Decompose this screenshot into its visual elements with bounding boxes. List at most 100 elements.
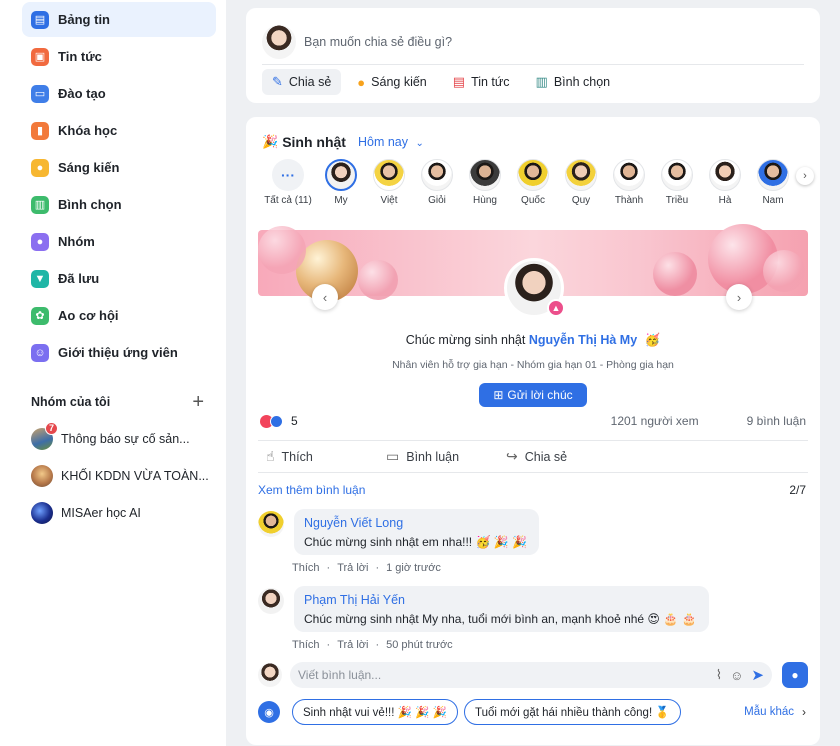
chevron-down-icon: ⌄ [415,138,424,149]
comment-button[interactable]: ▭ Bình luận [386,448,498,465]
bookmark-icon: ▼ [31,269,49,288]
birthday-person[interactable]: Thành [605,159,653,215]
person-name: Giỏi [428,195,446,206]
suggestion-chip[interactable]: Tuổi mới gặt hái nhiều thành công! 🥇 [463,699,681,725]
sidebar-item-idea[interactable]: ● Sáng kiến [22,150,216,185]
view-more-comments-link[interactable]: Xem thêm bình luận [258,483,365,497]
separator-dot: · [326,639,331,651]
like-button[interactable]: ☝ Thích [266,448,378,465]
sidebar: ▤ Bảng tin ▣ Tin tức ▭ Đào tạo ▮ Khóa họ… [0,0,226,746]
composer-news-button[interactable]: ▤ Tin tức [443,69,520,95]
birthday-person-avatar[interactable]: ▲ [504,258,565,318]
comment-author[interactable]: Nguyễn Viết Long [304,516,527,530]
group-item-kddn[interactable]: KHỐI KDDN VỪA TOÀN... [31,457,226,494]
sidebar-item-newsfeed[interactable]: ▤ Bảng tin [22,2,216,37]
birthday-person[interactable]: Nam [749,159,797,215]
birthday-filter-dropdown[interactable]: Hôm nay ⌄ [358,135,424,149]
comment-input[interactable] [298,668,708,682]
share-button[interactable]: ↪ Chia sẻ [506,448,618,465]
more-templates-link[interactable]: Mẫu khác [744,706,794,718]
suggestion-chip[interactable]: Sinh nhật vui vẻ!!! 🎉 🎉 🎉 [292,699,458,725]
birthday-person[interactable]: Hà [701,159,749,215]
send-wish-label: Gửi lời chúc [507,388,573,402]
composer-poll-button[interactable]: ▥ Bình chọn [526,69,621,95]
birthday-person[interactable]: Giỏi [413,159,461,215]
birthday-card: 🎉 Sinh nhật Hôm nay ⌄ ··· Tất cả (11) My… [246,117,820,745]
group-item-incident[interactable]: 7 Thông báo sự cố sản... [31,420,226,457]
birthday-person[interactable]: Việt [365,159,413,215]
commenter-avatar[interactable] [258,511,284,537]
birthday-person[interactable]: Quy [557,159,605,215]
comment-reply-link[interactable]: Trả lời [337,639,368,651]
send-icon[interactable]: ➤ [751,666,764,684]
sidebar-item-news[interactable]: ▣ Tin tức [22,39,216,74]
chevron-right-icon[interactable]: › [796,167,814,185]
person-name: Quốc [521,195,545,206]
birthday-person[interactable]: Triều [653,159,701,215]
referral-icon: ☺ [31,343,49,362]
person-name: Quy [571,195,591,206]
sidebar-item-course[interactable]: ▮ Khóa học [22,113,216,148]
post-actions: ☝ Thích ▭ Bình luận ↪ Chia sẻ [258,440,808,473]
person-avatar [325,159,357,191]
composer-action-label: Sáng kiến [371,75,427,89]
composer-action-label: Chia sẻ [288,75,332,89]
sidebar-item-group[interactable]: ● Nhóm [22,224,216,259]
balloon-decoration [358,260,398,300]
comments-header: Xem thêm bình luận 2/7 [246,473,820,497]
comment-author[interactable]: Phạm Thị Hải Yến [304,593,697,607]
birthday-person[interactable]: Hùng [461,159,509,215]
add-group-icon[interactable]: + [192,392,204,412]
comment-like-link[interactable]: Thích [292,639,320,651]
comment-item: Phạm Thị Hải Yến Chúc mừng sinh nhật My … [246,586,820,651]
birthday-person[interactable]: My [317,159,365,215]
sidebar-item-training[interactable]: ▭ Đào tạo [22,76,216,111]
more-dots-icon: ··· [272,159,304,191]
sidebar-item-referral[interactable]: ☺ Giới thiệu ứng viên [22,335,216,370]
comment-reply-link[interactable]: Trả lời [337,562,368,574]
comment-meta: Thích · Trả lời · 50 phút trước [292,639,820,651]
person-avatar [613,159,645,191]
group-label: MISAer học AI [61,505,141,520]
person-name: Hà [718,195,732,206]
sidebar-item-poll[interactable]: ▥ Bình chọn [22,187,216,222]
reactions-icon[interactable] [260,414,283,428]
person-avatar [421,159,453,191]
group-item-ai[interactable]: MISAer học AI [31,494,226,531]
birthday-person[interactable]: Quốc [509,159,557,215]
view-count[interactable]: 1201 người xem [611,414,699,428]
ai-bot-icon: ◉ [258,701,280,723]
birthday-person-all[interactable]: ··· Tất cả (11) [259,159,317,215]
banner-next-button[interactable]: › [726,284,752,310]
balloon-decoration [653,252,697,296]
send-wish-button[interactable]: ⊞ Gửi lời chúc [479,383,587,407]
sidebar-item-saved[interactable]: ▼ Đã lưu [22,261,216,296]
emoji-icon[interactable]: ☺ [730,668,743,683]
attach-icon[interactable]: ⌇ [716,667,722,683]
comment-label: Bình luận [406,449,460,464]
composer-idea-button[interactable]: ● Sáng kiến [347,69,436,95]
comment-like-link[interactable]: Thích [292,562,320,574]
banner-prev-button[interactable]: ‹ [312,284,338,310]
commenter-avatar[interactable] [258,588,284,614]
chat-bubble-icon[interactable]: ● [782,662,808,688]
comments-pager: 2/7 [789,483,806,497]
sidebar-item-opportunity[interactable]: ✿ Ao cơ hội [22,298,216,333]
composer-input[interactable]: Bạn muốn chia sẻ điều gì? [304,35,452,49]
chevron-right-icon[interactable]: › [802,705,806,719]
my-groups-title: Nhóm của tôi [31,395,111,409]
person-name: Thành [614,195,644,206]
composer-share-button[interactable]: ✎ Chia sẻ [262,69,342,95]
my-groups-header: Nhóm của tôi + [31,392,204,412]
newsfeed-icon: ▤ [31,10,49,29]
share-icon: ↪ [506,448,518,464]
comment-count[interactable]: 9 bình luận [747,414,806,428]
person-name: Hùng [473,195,497,206]
party-face-icon: 🥳 [644,333,661,347]
news-doc-icon: ▤ [452,74,466,89]
lightbulb-icon: ● [357,74,366,90]
person-avatar [709,159,741,191]
sidebar-item-label: Đào tạo [58,86,106,101]
wish-suggestions: ◉ Sinh nhật vui vẻ!!! 🎉 🎉 🎉 Tuổi mới gặt… [258,699,806,725]
birthday-person-name[interactable]: Nguyễn Thị Hà My [529,333,637,347]
